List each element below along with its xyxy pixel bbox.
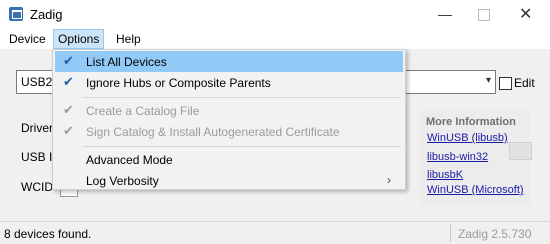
status-bar: 8 devices found. Zadig 2.5.730 [0,221,550,244]
chevron-right-icon: › [387,173,391,187]
menu-item-sign-catalog[interactable]: ✔ Sign Catalog & Install Autogenerated C… [55,121,403,142]
help-icon[interactable] [509,142,532,160]
version-text: Zadig 2.5.730 [458,227,532,241]
link-winusb-microsoft[interactable]: WinUSB (Microsoft) [427,184,524,196]
check-icon: ✔ [63,53,74,68]
menu-item-label: Create a Catalog File [86,104,200,118]
window-title: Zadig [30,7,63,22]
info-title: More Information [426,116,516,128]
check-icon: ✔ [63,102,74,117]
title-bar: Zadig — ✕ [0,0,550,29]
menu-item-list-all-devices[interactable]: ✔ List All Devices [55,51,403,72]
check-icon: ✔ [63,123,74,138]
link-winusb-libusb[interactable]: WinUSB (libusb) [427,132,508,144]
menu-item-label: List All Devices [86,55,167,69]
chevron-down-icon[interactable]: ▾ [486,75,491,86]
menu-separator [83,146,401,147]
menu-separator [83,97,401,98]
menu-item-create-catalog[interactable]: ✔ Create a Catalog File [55,100,403,121]
options-menu: ✔ List All Devices ✔ Ignore Hubs or Comp… [52,49,406,190]
edit-checkbox[interactable] [499,77,512,90]
app-icon [9,7,23,21]
menu-device[interactable]: Device [5,30,50,48]
status-divider [450,225,451,242]
maximize-icon[interactable] [478,9,490,21]
menu-item-label: Advanced Mode [86,153,173,167]
edit-label: Edit [514,76,535,90]
link-libusb-win32[interactable]: libusb-win32 [427,151,488,163]
menu-help[interactable]: Help [112,30,145,48]
menu-item-log-verbosity[interactable]: Log Verbosity › [55,170,403,191]
menu-item-label: Sign Catalog & Install Autogenerated Cer… [86,125,340,139]
minimize-icon[interactable]: — [438,6,452,22]
link-libusbk[interactable]: libusbK [427,169,463,181]
wcid-label: WCID [21,180,53,194]
menu-bar: Device Options Help [0,29,550,49]
close-icon[interactable]: ✕ [519,4,532,24]
driver-label: Driver [21,121,53,135]
menu-item-ignore-hubs[interactable]: ✔ Ignore Hubs or Composite Parents [55,72,403,93]
menu-item-label: Ignore Hubs or Composite Parents [86,76,271,90]
check-icon: ✔ [63,74,74,89]
menu-item-label: Log Verbosity [86,174,159,188]
menu-item-advanced-mode[interactable]: Advanced Mode [55,149,403,170]
menu-options[interactable]: Options [53,29,105,49]
status-text: 8 devices found. [4,227,92,241]
